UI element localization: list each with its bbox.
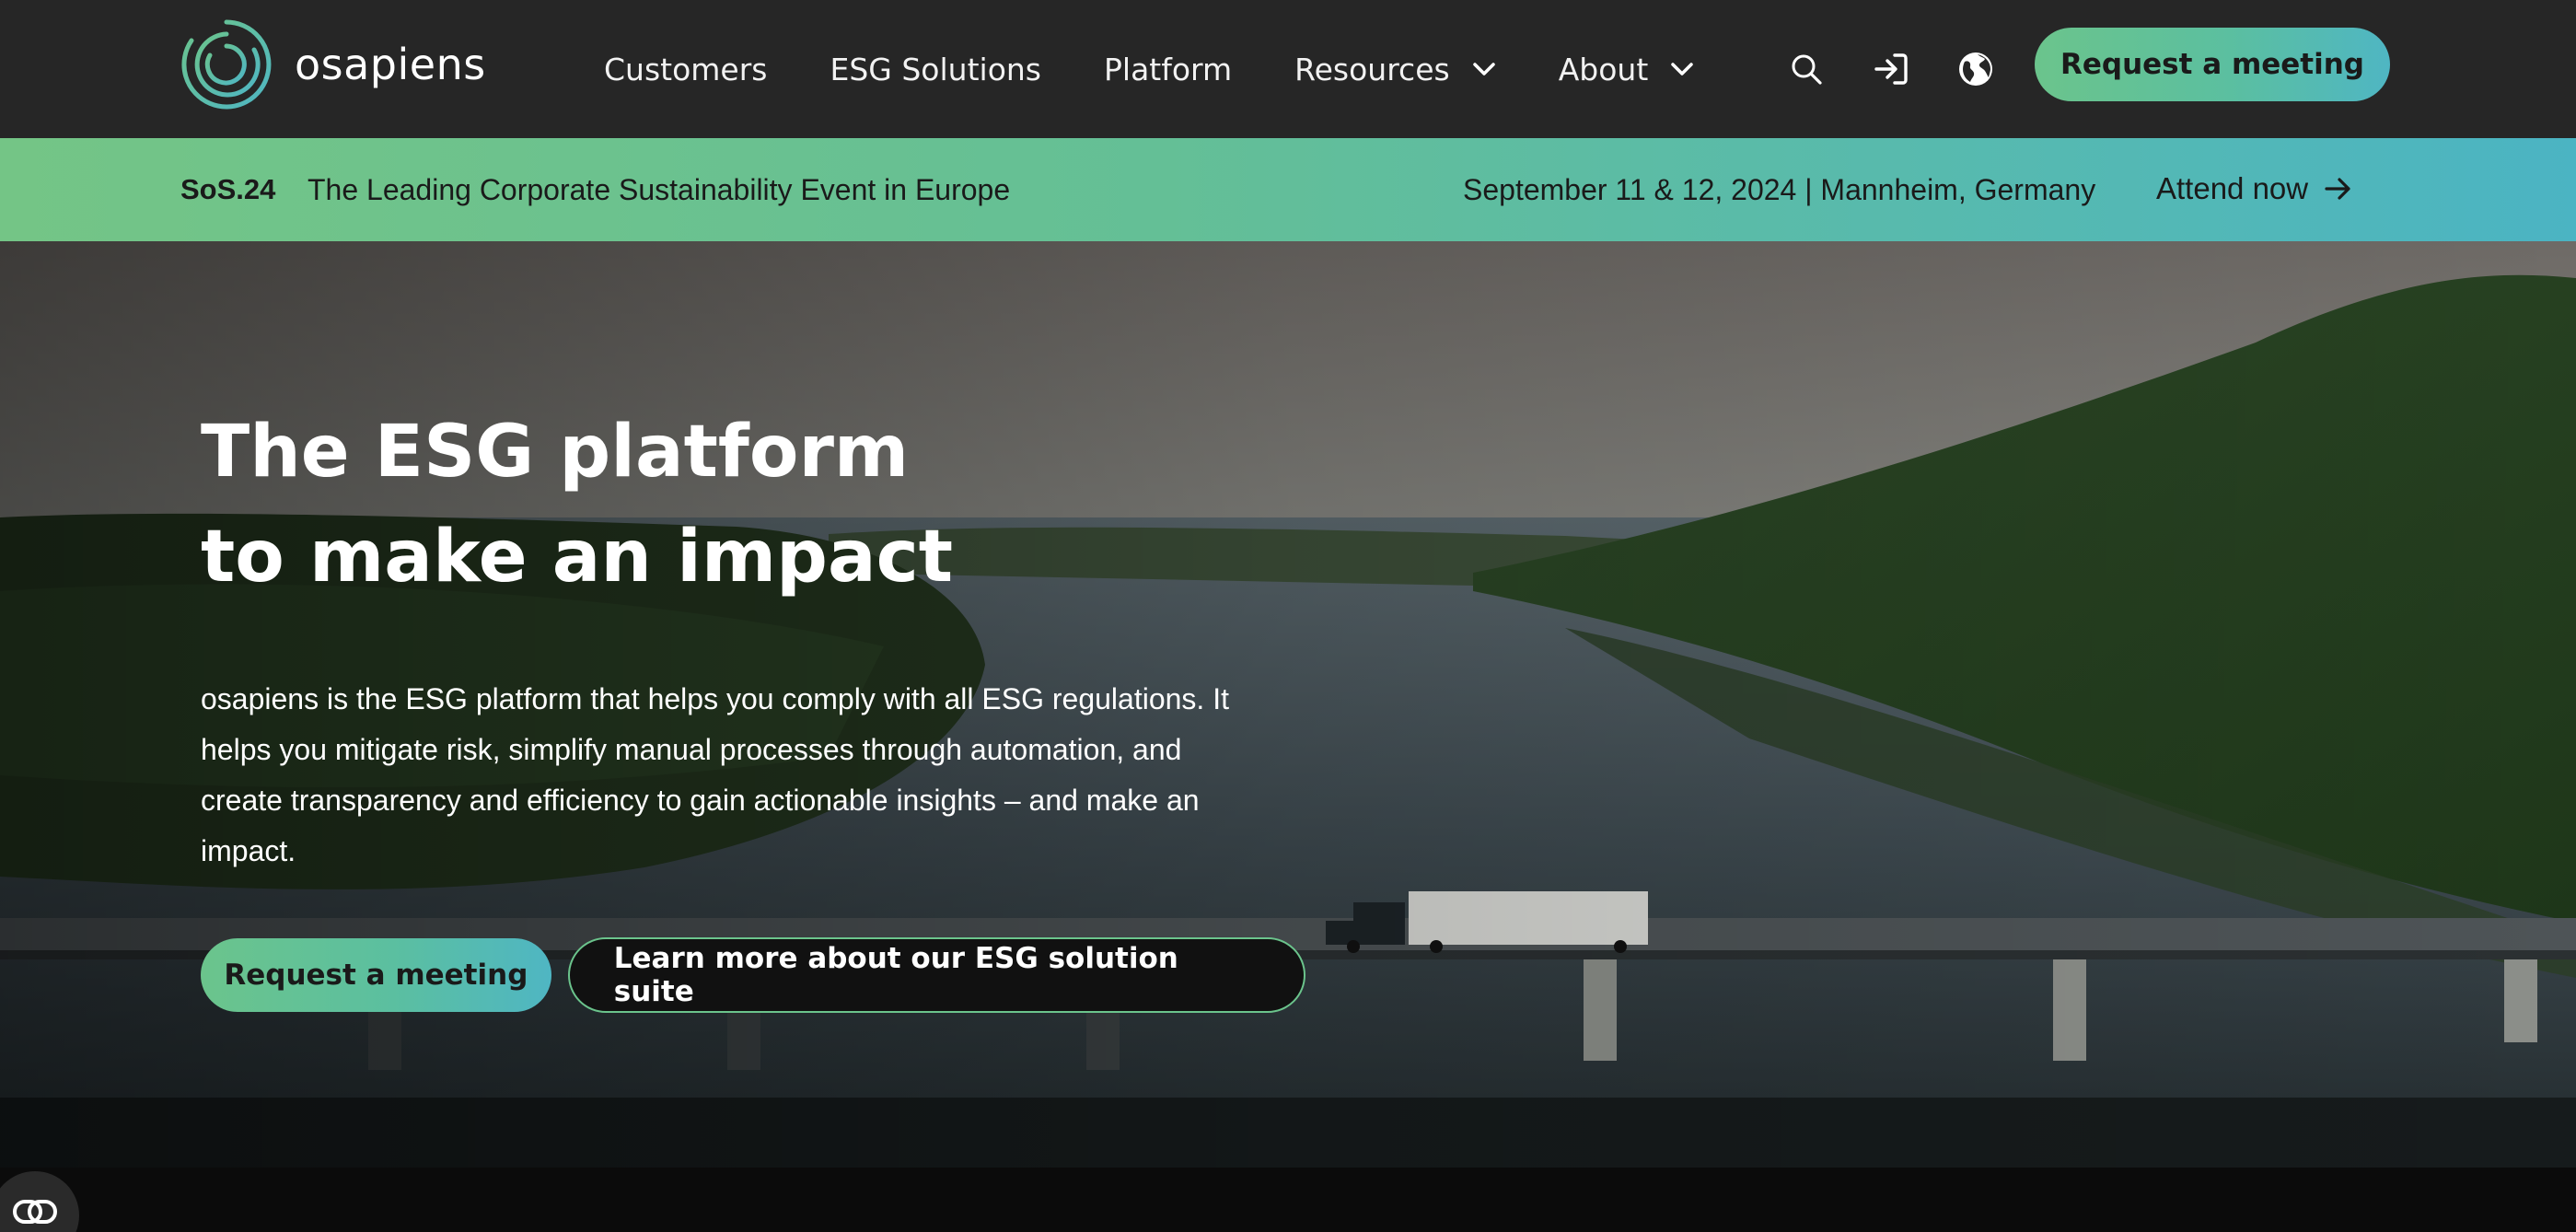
top-navigation: osapiens Customers ESG Solutions Platfor… [0, 0, 2576, 138]
brand-name: osapiens [295, 40, 486, 89]
login-button[interactable] [1871, 49, 1911, 89]
nav-item-label: Resources [1294, 51, 1450, 87]
nav-item-customers[interactable]: Customers [604, 52, 768, 87]
globe-icon [1959, 52, 1992, 86]
sign-in-icon [1874, 53, 1908, 85]
nav-item-about[interactable]: About [1559, 52, 1695, 87]
nav-item-label: About [1558, 51, 1649, 87]
attend-now-label: Attend now [2156, 171, 2309, 205]
language-button[interactable] [1955, 49, 1996, 89]
hero-request-meeting-button[interactable]: Request a meeting [201, 938, 551, 1012]
search-button[interactable] [1786, 49, 1827, 89]
hero-actions: Request a meeting Learn more about our E… [201, 937, 1305, 1013]
nav-item-platform[interactable]: Platform [1104, 52, 1232, 87]
event-tag: SoS.24 [180, 173, 276, 205]
nav-item-resources[interactable]: Resources [1294, 52, 1496, 87]
nav-utility-icons [1786, 0, 2040, 138]
hero-section: The ESG platform to make an impact osapi… [0, 241, 2576, 1168]
request-meeting-button[interactable]: Request a meeting [2035, 28, 2390, 101]
event-date: September 11 & 12, 2024 | Mannheim, Germ… [1463, 173, 2096, 206]
cookie-settings-icon [13, 1200, 57, 1224]
nav-item-label: ESG Solutions [830, 51, 1042, 87]
event-banner: SoS.24 The Leading Corporate Sustainabil… [0, 138, 2576, 241]
nav-item-label: Platform [1104, 51, 1233, 87]
event-headline: The Leading Corporate Sustainability Eve… [307, 173, 1011, 206]
osapiens-logo-icon [181, 19, 272, 110]
chevron-down-icon [1472, 63, 1495, 76]
chevron-down-icon [1671, 63, 1694, 76]
learn-more-button[interactable]: Learn more about our ESG solution suite [567, 937, 1305, 1013]
nav-item-esg-solutions[interactable]: ESG Solutions [830, 52, 1042, 87]
brand-logo[interactable]: osapiens [180, 18, 486, 110]
hero-title: The ESG platform to make an impact [201, 411, 954, 599]
search-icon [1792, 54, 1822, 85]
hero-description: osapiens is the ESG platform that helps … [201, 682, 1229, 867]
nav-item-label: Customers [604, 51, 768, 87]
arrow-right-icon [2325, 178, 2350, 200]
main-menu: Customers ESG Solutions Platform Resourc… [604, 0, 1694, 138]
attend-now-link[interactable]: Attend now [2156, 171, 2352, 206]
page-bottom-strip [0, 1168, 2576, 1232]
